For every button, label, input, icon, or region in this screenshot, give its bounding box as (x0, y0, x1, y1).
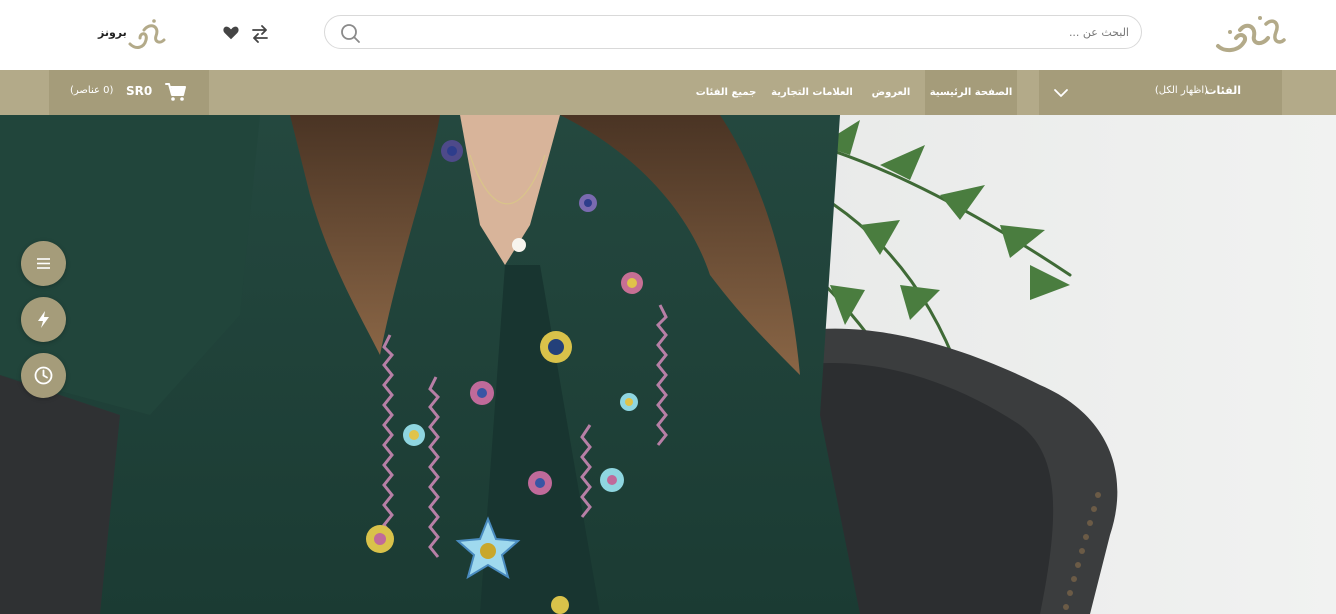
cart-total: SR0 (126, 84, 153, 98)
categories-dropdown[interactable]: الفئات (اظهار الكل) (1039, 70, 1282, 115)
bolt-icon (38, 311, 49, 328)
nav-link-offers[interactable]: العروض (866, 70, 916, 115)
search-input[interactable] (369, 16, 1139, 48)
nav-link-all-categories[interactable]: جميع الفئات (693, 70, 759, 115)
nav-link-home[interactable]: الصفحة الرئيسية (925, 70, 1017, 115)
cart-button[interactable]: SR0 (0 عناصر) (49, 70, 209, 115)
menu-icon (37, 258, 50, 269)
recent-views-button[interactable] (21, 353, 66, 398)
heart-icon[interactable] (222, 24, 242, 44)
brand-text: برونز (98, 26, 127, 39)
categories-label: الفئات (1205, 84, 1242, 97)
menu-button[interactable] (21, 241, 66, 286)
search-bar[interactable] (324, 15, 1142, 49)
cart-icon (165, 82, 187, 102)
hero-banner[interactable] (0, 115, 1336, 614)
cart-item-count: (0 عناصر) (70, 85, 114, 96)
clock-icon (34, 366, 53, 385)
hero-image (0, 115, 1336, 614)
search-icon[interactable] (339, 22, 361, 44)
brand-mark[interactable]: برونز (98, 16, 168, 52)
brand-calligraphy-icon (128, 19, 166, 49)
flash-deals-button[interactable] (21, 297, 66, 342)
main-nav: SR0 (0 عناصر) جميع الفئات العلامات التجا… (0, 70, 1336, 115)
top-header: برونز (0, 0, 1336, 70)
chevron-down-icon (1053, 85, 1069, 101)
compare-icon[interactable] (250, 24, 270, 44)
store-logo[interactable] (1210, 12, 1286, 56)
show-all-link[interactable]: (اظهار الكل) (1155, 85, 1208, 96)
nav-link-brands[interactable]: العلامات التجارية (770, 70, 854, 115)
